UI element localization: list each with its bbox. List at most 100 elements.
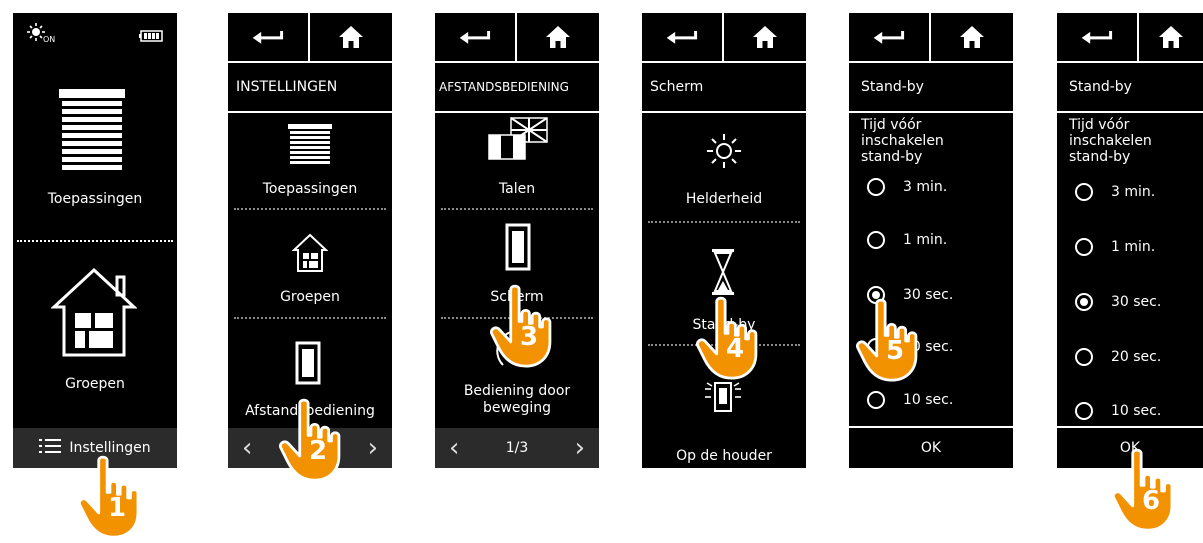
back-button[interactable] <box>849 13 931 61</box>
chevron-right-icon[interactable]: › <box>575 435 585 461</box>
home-button[interactable] <box>931 13 1013 61</box>
page-title: Stand-by <box>1069 79 1132 95</box>
prompt-line: stand-by <box>1069 149 1131 165</box>
menu-item-toepassingen[interactable]: Toepassingen <box>228 113 392 208</box>
option-label: 10 sec. <box>903 392 954 408</box>
menu-label-text: Bediening door beweging <box>463 383 571 416</box>
radio-option[interactable]: 10 sec. <box>867 386 953 414</box>
house-icon <box>50 267 138 363</box>
home-icon <box>959 25 985 49</box>
step-number: 6 <box>1142 486 1161 516</box>
option-label: 20 sec. <box>1111 349 1162 365</box>
screen-scherm: Scherm Helderheid Stand-by <box>642 13 806 468</box>
back-button[interactable] <box>228 13 310 61</box>
radio-button[interactable] <box>1075 402 1093 420</box>
flags-icon <box>487 117 549 167</box>
remote-icon <box>505 223 531 275</box>
prompt-line: inschakelen <box>861 133 944 149</box>
radio-option[interactable]: 1 min. <box>1075 233 1155 261</box>
menu-item-toepassingen[interactable]: Toepassingen <box>13 63 177 238</box>
screen-home: ON Toepassingen Groepen Instellingen <box>13 13 177 468</box>
menu-item-talen[interactable]: Talen <box>435 113 599 208</box>
radio-button-selected[interactable] <box>1075 293 1093 311</box>
menu-item-groepen[interactable]: Groepen <box>228 211 392 316</box>
home-button[interactable] <box>310 13 392 61</box>
radio-button[interactable] <box>1075 348 1093 366</box>
list-menu-icon <box>39 438 62 458</box>
option-label: 1 min. <box>903 232 948 248</box>
menu-label: Groepen <box>65 376 125 392</box>
prompt-line: Tijd vóór <box>1069 117 1130 133</box>
option-label: 1 min. <box>1111 239 1156 255</box>
menu-label: Talen <box>498 181 536 197</box>
home-icon <box>338 25 364 49</box>
home-icon <box>1158 25 1184 49</box>
screen-afstandsbediening: AFSTANDSBEDIENING Talen Scherm <box>435 13 599 468</box>
step-number: 2 <box>309 436 328 466</box>
menu-item-helderheid[interactable]: Helderheid <box>642 113 806 220</box>
top-bar <box>849 13 1013 63</box>
menu-item-groepen[interactable]: Groepen <box>13 245 177 425</box>
blinds-icon <box>59 89 125 181</box>
back-arrow-icon <box>1080 28 1114 46</box>
menu-label: Toepassingen <box>47 191 143 207</box>
home-button[interactable] <box>517 13 599 61</box>
back-arrow-icon <box>251 28 285 46</box>
radio-button[interactable] <box>867 391 885 409</box>
sun-on-icon: ON <box>27 23 57 49</box>
back-button[interactable] <box>435 13 517 61</box>
screen-stand-by-select: Stand-by Tijd vóór inschakelen stand-by … <box>849 13 1013 468</box>
step-number: 3 <box>520 322 539 352</box>
prompt-line: Tijd vóór <box>861 117 922 133</box>
sun-on-label: ON <box>43 35 56 44</box>
radio-button[interactable] <box>867 231 885 249</box>
back-arrow-icon <box>458 28 492 46</box>
settings-label: Instellingen <box>69 440 151 456</box>
hourglass-icon <box>712 249 734 299</box>
option-label: 30 sec. <box>1111 294 1162 310</box>
home-button[interactable] <box>724 13 806 61</box>
chevron-left-icon[interactable]: ‹ <box>449 435 459 461</box>
option-label: 10 sec. <box>1111 403 1162 419</box>
status-bar: ON <box>13 13 177 55</box>
back-arrow-icon <box>872 28 906 46</box>
page-title: INSTELLINGEN <box>236 79 338 95</box>
radio-button[interactable] <box>867 178 885 196</box>
menu-label: Helderheid <box>685 191 763 207</box>
pointing-hand-icon: 6 <box>1108 448 1178 536</box>
divider <box>17 240 173 242</box>
home-button[interactable] <box>1139 13 1203 61</box>
step-number: 1 <box>108 493 127 523</box>
sun-icon <box>706 133 742 173</box>
menu-label: Groepen <box>280 289 340 305</box>
back-button[interactable] <box>642 13 724 61</box>
radio-option[interactable]: 3 min. <box>867 173 947 201</box>
blinds-icon <box>288 124 332 172</box>
pager-bar: ‹ 1/3 › <box>435 428 599 468</box>
back-button[interactable] <box>1057 13 1139 61</box>
divider <box>234 208 386 210</box>
home-icon <box>752 25 778 49</box>
home-icon <box>545 25 571 49</box>
prompt-line: stand-by <box>861 149 923 165</box>
option-label: 3 min. <box>903 179 948 195</box>
remote-icon <box>295 341 321 389</box>
battery-icon <box>139 27 163 46</box>
chevron-left-icon[interactable]: ‹ <box>242 435 252 461</box>
ok-button[interactable]: OK <box>849 426 1013 468</box>
page-title: AFSTANDSBEDIENING <box>439 80 569 94</box>
radio-option[interactable]: 20 sec. <box>1075 343 1161 371</box>
prompt-text: Tijd vóór inschakelen stand-by <box>1069 117 1152 165</box>
radio-option[interactable]: 30 sec. <box>1075 288 1161 316</box>
radio-option[interactable]: 3 min. <box>1075 178 1155 206</box>
radio-option[interactable]: 10 sec. <box>1075 397 1161 425</box>
chevron-right-icon[interactable]: › <box>368 435 378 461</box>
prompt-text: Tijd vóór inschakelen stand-by <box>861 117 944 165</box>
house-icon <box>291 233 329 277</box>
radio-option[interactable]: 1 min. <box>867 226 947 254</box>
radio-button[interactable] <box>1075 183 1093 201</box>
top-bar <box>228 13 392 63</box>
radio-button[interactable] <box>1075 238 1093 256</box>
menu-label: Bediening door beweging <box>435 383 599 417</box>
top-bar <box>435 13 599 63</box>
